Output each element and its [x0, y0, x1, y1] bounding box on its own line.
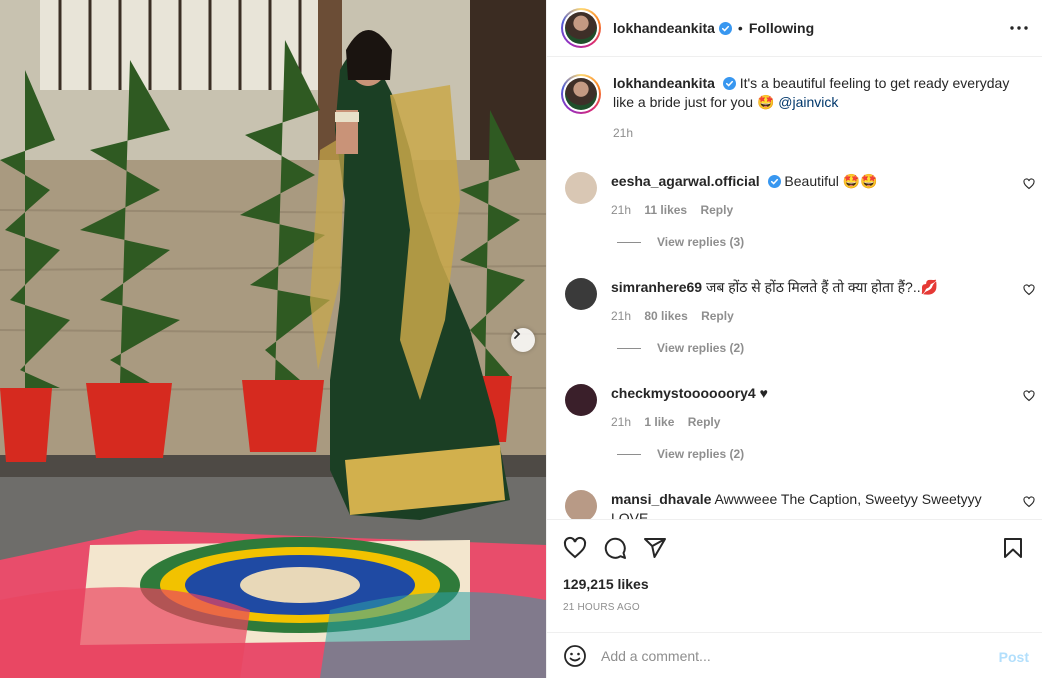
instagram-post-modal: lokhandeankita • Following lokhandeankit…	[0, 0, 1042, 678]
comment-text: ♥	[759, 385, 768, 401]
comment-likes[interactable]: 1 like	[644, 415, 674, 429]
post-caption: lokhandeankita It's a beautiful feeling …	[561, 74, 1031, 143]
comment-like-heart-icon[interactable]	[1023, 390, 1035, 402]
comment-likes[interactable]: 11 likes	[644, 203, 687, 217]
separator-dot: •	[737, 20, 743, 36]
comment-likes[interactable]: 80 likes	[644, 309, 687, 323]
comment-like-heart-icon[interactable]	[1023, 178, 1035, 190]
comment-like-heart-icon[interactable]	[1023, 496, 1035, 508]
comment-reply-button[interactable]: Reply	[700, 203, 733, 217]
add-comment-bar: Post	[547, 632, 1042, 678]
comment-avatar[interactable]	[565, 172, 597, 204]
next-photo-button[interactable]	[511, 328, 535, 352]
post-header: lokhandeankita • Following	[547, 0, 1042, 57]
comment-time: 21h	[611, 309, 632, 323]
heart-icon[interactable]	[563, 536, 587, 560]
comment-time: 21h	[611, 415, 632, 429]
comment-time: 21h	[611, 203, 632, 217]
verified-badge-icon	[722, 77, 736, 90]
more-horizontal-icon	[1010, 26, 1028, 30]
comments-list[interactable]: lokhandeankita It's a beautiful feeling …	[547, 58, 1042, 519]
bookmark-icon[interactable]	[1001, 536, 1025, 560]
comment-username[interactable]: simranhere69	[611, 279, 702, 295]
comment-username[interactable]: mansi_dhavale	[611, 491, 711, 507]
view-replies-button[interactable]: View replies (2)	[611, 447, 1001, 461]
share-icon[interactable]	[643, 536, 667, 560]
post-timestamp[interactable]: 21 HOURS AGO	[563, 602, 640, 613]
emoji-icon[interactable]	[563, 644, 587, 668]
chevron-right-icon	[514, 329, 521, 339]
likes-count[interactable]: 129,215 likes	[563, 576, 649, 592]
more-options-button[interactable]	[1009, 18, 1029, 38]
caption-author-username[interactable]: lokhandeankita	[613, 75, 715, 91]
post-side-panel: lokhandeankita • Following lokhandeankit…	[546, 0, 1042, 678]
photo-illustration	[0, 0, 546, 678]
comment-item: checkmystoooooory4 ♥ 21h 1 like Reply Vi…	[565, 384, 1035, 461]
verified-badge-icon	[718, 21, 732, 35]
post-comment-button[interactable]: Post	[999, 649, 1029, 665]
comment-text: जब होंठ से होंठ मिलते हैं तो क्या होता ह…	[705, 279, 939, 295]
view-replies-label: View replies (2)	[657, 447, 745, 461]
comment-reply-button[interactable]: Reply	[701, 309, 734, 323]
verified-badge-icon	[767, 175, 781, 188]
comment-username[interactable]: checkmystoooooory4	[611, 385, 756, 401]
view-replies-label: View replies (3)	[657, 235, 745, 249]
comment-reply-button[interactable]: Reply	[688, 415, 721, 429]
post-actions: 129,215 likes 21 HOURS AGO	[547, 519, 1042, 631]
comment-input[interactable]	[601, 647, 981, 664]
author-avatar[interactable]	[561, 8, 601, 48]
comment-item: eesha_agarwal.official Beautiful 🤩🤩 21h …	[565, 172, 1035, 249]
comment-item: mansi_dhavale Awwweee The Caption, Sweet…	[565, 490, 1035, 519]
caption-mention-link[interactable]: @jainvick	[778, 94, 838, 110]
comment-avatar[interactable]	[565, 278, 597, 310]
view-replies-label: View replies (2)	[657, 341, 745, 355]
comment-username[interactable]: eesha_agarwal.official	[611, 173, 760, 189]
comment-avatar[interactable]	[565, 490, 597, 519]
author-username[interactable]: lokhandeankita	[613, 20, 715, 36]
comment-item: simranhere69 जब होंठ से होंठ मिलते हैं त…	[565, 278, 1035, 355]
comment-icon[interactable]	[603, 536, 627, 560]
comment-like-heart-icon[interactable]	[1023, 284, 1035, 296]
following-button[interactable]: Following	[749, 20, 814, 36]
comment-text: Beautiful 🤩🤩	[784, 173, 878, 189]
comment-avatar[interactable]	[565, 384, 597, 416]
caption-time: 21h	[613, 126, 634, 140]
view-replies-button[interactable]: View replies (3)	[611, 235, 1001, 249]
post-photo	[0, 0, 546, 678]
caption-author-avatar[interactable]	[561, 74, 601, 114]
view-replies-button[interactable]: View replies (2)	[611, 341, 1001, 355]
